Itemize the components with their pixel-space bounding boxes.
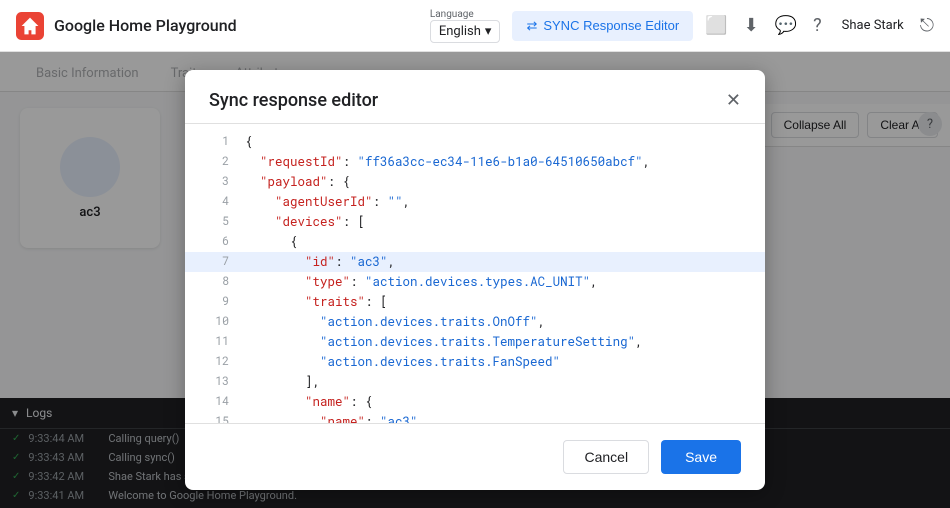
help-icon[interactable]: ? xyxy=(813,15,822,36)
line-number-9: 9 xyxy=(201,292,229,311)
line-number-14: 14 xyxy=(201,392,229,411)
feedback-icon[interactable]: 💬 xyxy=(775,15,797,36)
line-number-1: 1 xyxy=(201,132,229,151)
download-icon[interactable]: ⬇ xyxy=(744,15,759,36)
line-content-10[interactable]: "action.devices.traits.OnOff", xyxy=(245,312,749,332)
sync-icon: ⇄ xyxy=(526,18,537,34)
line-content-8[interactable]: "type": "action.devices.types.AC_UNIT", xyxy=(245,272,749,292)
user-name: Shae Stark xyxy=(842,18,904,33)
topbar: Google Home Playground Language English … xyxy=(0,0,950,52)
line-number-5: 5 xyxy=(201,212,229,231)
app-title: Google Home Playground xyxy=(54,16,237,35)
cancel-button[interactable]: Cancel xyxy=(563,440,649,474)
line-content-14[interactable]: "name": { xyxy=(245,392,749,412)
line-content-13[interactable]: ], xyxy=(245,372,749,392)
code-line-1: 1{ xyxy=(185,132,765,152)
line-content-7[interactable]: "id": "ac3", xyxy=(245,252,749,272)
main-content: Basic Information Traits Attributes ac3 … xyxy=(0,52,950,508)
code-line-13: 13 ], xyxy=(185,372,765,392)
code-line-11: 11 "action.devices.traits.TemperatureSet… xyxy=(185,332,765,352)
line-number-8: 8 xyxy=(201,272,229,291)
sync-response-editor-button[interactable]: ⇄ SYNC Response Editor xyxy=(512,11,693,41)
code-editor[interactable]: 1{2 "requestId": "ff36a3cc-ec34-11e6-b1a… xyxy=(185,124,765,423)
topbar-icons: ⬜ ⬇ 💬 ? Shae Stark ⎋ xyxy=(705,15,934,36)
line-content-5[interactable]: "devices": [ xyxy=(245,212,749,232)
code-line-3: 3 "payload": { xyxy=(185,172,765,192)
line-number-12: 12 xyxy=(201,352,229,371)
line-content-2[interactable]: "requestId": "ff36a3cc-ec34-11e6-b1a0-64… xyxy=(245,152,749,172)
code-line-2: 2 "requestId": "ff36a3cc-ec34-11e6-b1a0-… xyxy=(185,152,765,172)
line-content-4[interactable]: "agentUserId": "", xyxy=(245,192,749,212)
code-line-6: 6 { xyxy=(185,232,765,252)
code-line-7: 7 "id": "ac3", xyxy=(185,252,765,272)
logout-icon[interactable]: ⎋ xyxy=(920,15,934,36)
line-number-15: 15 xyxy=(201,412,229,423)
app-logo: Google Home Playground xyxy=(16,12,237,40)
code-line-10: 10 "action.devices.traits.OnOff", xyxy=(185,312,765,332)
code-line-12: 12 "action.devices.traits.FanSpeed" xyxy=(185,352,765,372)
line-content-11[interactable]: "action.devices.traits.TemperatureSettin… xyxy=(245,332,749,352)
line-number-7: 7 xyxy=(201,252,229,271)
line-number-3: 3 xyxy=(201,172,229,191)
language-selector[interactable]: Language English ▾ xyxy=(430,9,501,43)
code-line-9: 9 "traits": [ xyxy=(185,292,765,312)
line-number-4: 4 xyxy=(201,192,229,211)
chevron-down-icon: ▾ xyxy=(485,24,492,39)
modal-footer: Cancel Save xyxy=(185,423,765,490)
line-number-6: 6 xyxy=(201,232,229,251)
sync-btn-label: SYNC Response Editor xyxy=(543,18,679,33)
modal-header: Sync response editor ✕ xyxy=(185,70,765,124)
line-content-9[interactable]: "traits": [ xyxy=(245,292,749,312)
line-number-13: 13 xyxy=(201,372,229,391)
save-button[interactable]: Save xyxy=(661,440,741,474)
line-content-3[interactable]: "payload": { xyxy=(245,172,749,192)
line-number-10: 10 xyxy=(201,312,229,331)
code-line-8: 8 "type": "action.devices.types.AC_UNIT"… xyxy=(185,272,765,292)
export-icon[interactable]: ⬜ xyxy=(705,15,727,36)
language-value: English xyxy=(439,24,481,39)
language-dropdown[interactable]: English ▾ xyxy=(430,20,501,43)
line-number-11: 11 xyxy=(201,332,229,351)
line-content-12[interactable]: "action.devices.traits.FanSpeed" xyxy=(245,352,749,372)
line-number-2: 2 xyxy=(201,152,229,171)
modal-body[interactable]: 1{2 "requestId": "ff36a3cc-ec34-11e6-b1a… xyxy=(185,124,765,423)
line-content-6[interactable]: { xyxy=(245,232,749,252)
code-line-4: 4 "agentUserId": "", xyxy=(185,192,765,212)
line-content-1[interactable]: { xyxy=(245,132,749,152)
home-icon xyxy=(16,12,44,40)
language-label: Language xyxy=(430,9,474,20)
modal-title: Sync response editor xyxy=(209,90,378,111)
modal-overlay: Sync response editor ✕ 1{2 "requestId": … xyxy=(0,52,950,508)
code-line-14: 14 "name": { xyxy=(185,392,765,412)
sync-response-editor-modal: Sync response editor ✕ 1{2 "requestId": … xyxy=(185,70,765,490)
code-line-15: 15 "name": "ac3", xyxy=(185,412,765,423)
line-content-15[interactable]: "name": "ac3", xyxy=(245,412,749,423)
code-line-5: 5 "devices": [ xyxy=(185,212,765,232)
modal-close-button[interactable]: ✕ xyxy=(726,90,741,111)
